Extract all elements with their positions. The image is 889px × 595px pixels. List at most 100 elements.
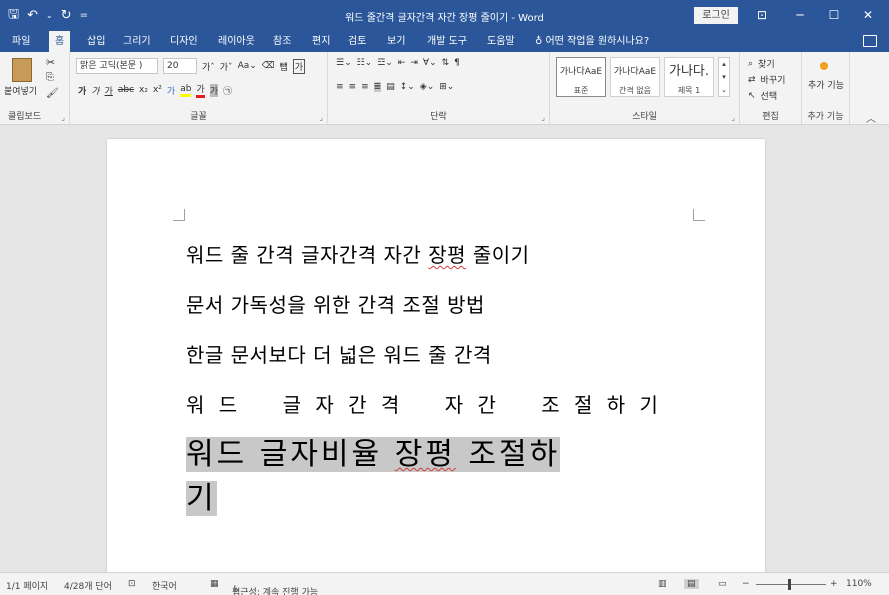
tab-developer[interactable]: 개발 도구 <box>421 31 473 52</box>
style-heading-1[interactable]: 가나다. 제목 1 <box>664 57 714 97</box>
minimize-icon[interactable]: ─ <box>781 0 819 31</box>
phonetic-guide-icon[interactable]: 뺍 <box>280 60 288 73</box>
style-no-spacing[interactable]: 가나다AaE 간격 없음 <box>610 57 660 97</box>
select-button[interactable]: ↖ 선택 <box>748 89 777 103</box>
tab-file[interactable]: 파일 <box>6 31 36 52</box>
document-line-1[interactable]: 워드 줄 간격 글자간격 자간 장평 줄이기 <box>186 239 530 268</box>
align-right-icon[interactable]: ≡ <box>361 82 369 92</box>
proofing-icon[interactable]: ⊡ <box>128 579 136 589</box>
copy-icon[interactable]: ⎘ <box>46 72 54 83</box>
subscript-icon[interactable]: x₂ <box>139 85 148 95</box>
shading-icon[interactable]: ◈⌄ <box>420 82 434 92</box>
decrease-indent-icon[interactable]: ⇤ <box>398 58 406 68</box>
macro-record-icon[interactable]: ▦ <box>210 579 219 589</box>
line-spacing-icon[interactable]: ↕⌄ <box>400 82 415 92</box>
bold-icon[interactable]: 가 <box>78 84 86 97</box>
clear-formatting-icon[interactable]: ⌫ <box>262 61 275 71</box>
paste-icon[interactable] <box>12 58 32 82</box>
tab-design[interactable]: 디자인 <box>164 31 204 52</box>
bullets-icon[interactable]: ☰⌄ <box>336 58 352 68</box>
font-launcher-icon[interactable]: ⌟ <box>319 113 323 122</box>
paragraph-launcher-icon[interactable]: ⌟ <box>541 113 545 122</box>
tab-home[interactable]: 홈 <box>49 31 71 52</box>
font-color-icon[interactable]: 가 <box>196 82 205 98</box>
document-page[interactable]: 워드 줄 간격 글자간격 자간 장평 줄이기 문서 가독성을 위한 간격 조절 … <box>107 139 765 579</box>
tab-layout[interactable]: 레이아웃 <box>212 31 261 52</box>
zoom-slider-thumb[interactable] <box>788 579 791 590</box>
italic-icon[interactable]: 가 <box>91 84 99 97</box>
replace-button[interactable]: ⇄ 바꾸기 <box>748 73 786 87</box>
login-button[interactable]: 로그인 <box>694 7 738 24</box>
print-layout-icon[interactable]: ▤ <box>684 579 699 589</box>
align-center-icon[interactable]: ≡ <box>349 82 357 92</box>
asian-layout-icon[interactable]: ∀⌄ <box>423 58 437 68</box>
web-layout-icon[interactable]: ▭ <box>718 579 727 589</box>
align-left-icon[interactable]: ≡ <box>336 82 344 92</box>
editing-group: ⌕ 찾기 ⇄ 바꾸기 ↖ 선택 편집 <box>740 52 802 125</box>
underline-icon[interactable]: 가 <box>105 84 113 97</box>
clipboard-group: 붙여넣기 ✂ ⎘ 🖌 클립보드 ⌟ <box>0 52 70 125</box>
character-border-icon[interactable]: 가 <box>292 58 306 74</box>
numbering-icon[interactable]: ☷⌄ <box>357 58 373 68</box>
collapse-ribbon-icon[interactable]: ︿ <box>866 110 876 125</box>
crop-mark-top-right <box>693 209 705 221</box>
document-line-2[interactable]: 문서 가독성을 위한 간격 조절 방법 <box>186 289 485 318</box>
document-line-3[interactable]: 한글 문서보다 더 넓은 워드 줄 간격 <box>186 339 492 368</box>
find-button[interactable]: ⌕ 찾기 <box>748 57 775 71</box>
spelling-error-text: 장평 <box>428 243 466 267</box>
replace-label: 바꾸기 <box>760 76 786 86</box>
tab-draw[interactable]: 그리기 <box>117 31 157 52</box>
ribbon: 붙여넣기 ✂ ⎘ 🖌 클립보드 ⌟ 맑은 고딕(본문 ) 20 가ˆ 가ˇ Aa… <box>0 52 889 125</box>
highlight-color-icon[interactable]: ab <box>180 84 192 97</box>
format-painter-icon[interactable]: 🖌 <box>46 88 59 99</box>
selected-paragraph[interactable]: 워드 글자비율 장평 조절하 기 <box>186 433 686 521</box>
character-shading-icon[interactable]: 가 <box>209 83 218 97</box>
tab-references[interactable]: 참조 <box>267 31 297 52</box>
tab-insert[interactable]: 삽입 <box>81 31 111 52</box>
tab-view[interactable]: 보기 <box>381 31 411 52</box>
tab-help[interactable]: 도움말 <box>481 31 521 52</box>
font-size-select[interactable]: 20 <box>163 58 197 74</box>
cut-icon[interactable]: ✂ <box>46 56 55 69</box>
enclose-characters-icon[interactable]: ㉠ <box>223 84 232 97</box>
word-count[interactable]: 4/28개 단어 <box>64 579 112 592</box>
distributed-icon[interactable]: ▤ <box>386 82 395 92</box>
change-case-icon[interactable]: Aa⌄ <box>238 61 257 71</box>
page-count[interactable]: 1/1 페이지 <box>6 579 48 592</box>
tab-review[interactable]: 검토 <box>342 31 372 52</box>
tell-me-search[interactable]: ♁ 어떤 작업을 원하시나요? <box>535 31 649 52</box>
paste-label[interactable]: 붙여넣기 <box>4 84 37 97</box>
text-effects-icon[interactable]: 가 <box>167 84 175 97</box>
spelling-error-text: 장평 <box>394 437 456 472</box>
zoom-slider[interactable] <box>756 584 826 585</box>
shrink-font-icon[interactable]: 가ˇ <box>220 60 233 73</box>
justify-icon[interactable]: ≣ <box>373 82 382 92</box>
styles-scroll[interactable]: ▴ ▾ ⌄ <box>718 57 730 97</box>
language-indicator[interactable]: 한국어 <box>152 579 177 592</box>
zoom-out-icon[interactable]: − <box>742 579 750 589</box>
increase-indent-icon[interactable]: ⇥ <box>410 58 418 68</box>
sort-icon[interactable]: ⇅ <box>442 58 450 68</box>
font-name-select[interactable]: 맑은 고딕(본문 ) <box>76 58 158 74</box>
ribbon-display-options-icon[interactable]: ⊡ <box>743 0 781 31</box>
read-mode-icon[interactable]: ▥ <box>658 579 667 589</box>
styles-launcher-icon[interactable]: ⌟ <box>731 113 735 122</box>
show-marks-icon[interactable]: ¶ <box>454 58 460 68</box>
comment-icon[interactable] <box>863 35 877 47</box>
superscript-icon[interactable]: x² <box>153 85 162 95</box>
clipboard-launcher-icon[interactable]: ⌟ <box>61 113 65 122</box>
style-normal[interactable]: 가나다AaE 표준 <box>556 57 606 97</box>
addins-button[interactable]: 추가 기능 <box>808 78 844 91</box>
zoom-level[interactable]: 110% <box>846 579 872 589</box>
borders-icon[interactable]: ⊞⌄ <box>439 82 454 92</box>
close-icon[interactable]: ✕ <box>849 0 887 31</box>
tab-mailings[interactable]: 편지 <box>306 31 336 52</box>
maximize-icon[interactable]: ☐ <box>815 0 853 31</box>
zoom-in-icon[interactable]: + <box>830 579 838 589</box>
addins-icon[interactable] <box>820 62 828 70</box>
multilevel-list-icon[interactable]: ☲⌄ <box>377 58 393 68</box>
strikethrough-icon[interactable]: abc <box>118 85 134 95</box>
grow-font-icon[interactable]: 가ˆ <box>202 60 215 73</box>
accessibility-label: 접근성: 계속 진행 가능 <box>232 588 319 595</box>
document-line-4[interactable]: 워 드 글 자 간 격 자 간 조 절 하 기 <box>186 389 662 418</box>
